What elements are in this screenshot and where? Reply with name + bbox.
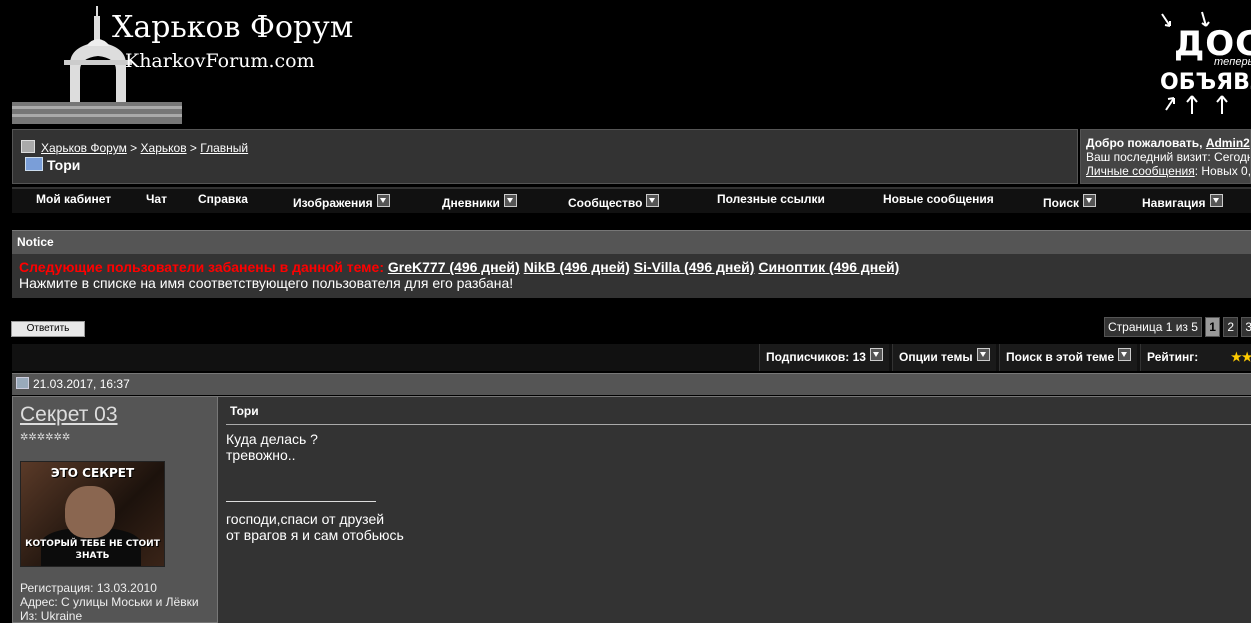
- welcome-greeting: Добро пожаловать,: [1086, 136, 1203, 150]
- nav-images-label: Изображения: [293, 196, 373, 210]
- avatar[interactable]: ЭТО СЕКРЕТ КОТОРЫЙ ТЕБЕ НЕ СТОИТ ЗНАТЬ: [20, 461, 165, 567]
- notice-body: Следующие пользователи забанены в данной…: [12, 254, 1251, 298]
- user-address: Адрес: С улицы Моськи и Лёвки: [20, 595, 199, 609]
- post-header: 21.03.2017, 16:37: [12, 373, 1251, 395]
- post-status-icon: [16, 377, 29, 389]
- signature-line: от врагов я и сам отобьюсь: [226, 527, 404, 543]
- banned-label: Следующие пользователи забанены в данной…: [19, 259, 384, 275]
- breadcrumb-separator: >: [189, 141, 197, 155]
- page-link[interactable]: 3: [1241, 317, 1251, 337]
- user-from: Из: Ukraine: [20, 609, 83, 623]
- post-author-link[interactable]: Секрет 03: [20, 403, 118, 427]
- reply-button[interactable]: Ответить: [11, 321, 85, 337]
- site-title: Харьков Форум: [112, 10, 354, 45]
- nav-useful-links[interactable]: Полезные ссылки: [717, 192, 825, 206]
- dropdown-arrow-icon[interactable]: [1118, 348, 1132, 361]
- nav-images[interactable]: Изображения: [293, 194, 390, 210]
- post-divider: [226, 424, 1251, 425]
- breadcrumb-separator: >: [130, 141, 138, 155]
- banned-user-link[interactable]: Si-Villa (496 дней): [634, 259, 755, 275]
- post-title: Тори: [230, 404, 259, 418]
- banner-line3: ОБЪЯВЛ: [1160, 70, 1251, 95]
- breadcrumb-bar: Харьков Форум > Харьков > Главный Тори: [12, 129, 1078, 184]
- user-info: Регистрация: 13.03.2010 Адрес: С улицы М…: [20, 581, 199, 623]
- private-messages-link[interactable]: Личные сообщения: [1086, 164, 1195, 178]
- breadcrumb-link-home[interactable]: Харьков Форум: [41, 141, 127, 155]
- welcome-username-link[interactable]: Admin2: [1206, 136, 1250, 150]
- pagination: Страница 1 из 5 1 2 3: [1104, 317, 1251, 337]
- subscribers-menu[interactable]: Подписчиков: 13: [759, 344, 889, 371]
- pm-info: : Новых 0,: [1194, 164, 1251, 178]
- nav-search[interactable]: Поиск: [1043, 194, 1097, 210]
- thread-icon[interactable]: [25, 157, 43, 171]
- nav-blogs[interactable]: Дневники: [442, 194, 517, 210]
- user-rank-stars-icon: ✲✲✲✲✲✲: [20, 432, 71, 443]
- page-link[interactable]: 2: [1223, 317, 1239, 337]
- message-line: Куда делась ?: [226, 431, 318, 447]
- avatar-caption-top: ЭТО СЕКРЕТ: [50, 466, 135, 480]
- search-thread-label: Поиск в этой теме: [1006, 350, 1115, 364]
- post-message: Куда делась ? тревожно..: [226, 431, 318, 463]
- rating-label: Рейтинг:: [1147, 350, 1199, 364]
- avatar-caption-bottom: КОТОРЫЙ ТЕБЕ НЕ СТОИТ ЗНАТЬ: [25, 539, 160, 561]
- dropdown-arrow-icon[interactable]: [869, 348, 883, 361]
- notice-header: Notice: [12, 230, 1251, 254]
- banner-line2: теперь: [1214, 56, 1251, 68]
- dropdown-arrow-icon[interactable]: [646, 194, 660, 207]
- nav-community[interactable]: Сообщество: [568, 194, 660, 210]
- nav-new-posts[interactable]: Новые сообщения: [883, 192, 994, 206]
- nav-help[interactable]: Справка: [198, 192, 248, 206]
- banned-user-link[interactable]: Синоптик (496 дней): [758, 259, 899, 275]
- dropdown-arrow-icon[interactable]: [976, 348, 990, 361]
- nav-my-cabinet[interactable]: Мой кабинет: [36, 192, 111, 206]
- user-registration: Регистрация: 13.03.2010: [20, 581, 157, 595]
- rating-stars-icon: ★★: [1231, 350, 1251, 364]
- welcome-panel: Добро пожаловать, Admin2 Ваш последний в…: [1080, 129, 1251, 184]
- banned-user-link[interactable]: GreK777 (496 дней): [388, 259, 520, 275]
- ad-banner[interactable]: ДОС теперь ОБЪЯВЛ: [1156, 10, 1251, 118]
- site-domain: KharkovForum.com: [125, 50, 315, 72]
- nav-blogs-label: Дневники: [442, 196, 500, 210]
- thread-tools-bar: Подписчиков: 13 Опции темы Поиск в этой …: [12, 344, 1251, 371]
- thread-options-menu[interactable]: Опции темы: [892, 344, 996, 371]
- search-thread-menu[interactable]: Поиск в этой теме: [999, 344, 1138, 371]
- last-visit: Ваш последний визит: Сегодня: [1086, 150, 1251, 164]
- dropdown-arrow-icon[interactable]: [503, 194, 517, 207]
- breadcrumb-link-main[interactable]: Главный: [200, 141, 248, 155]
- nav-search-label: Поиск: [1043, 196, 1080, 210]
- avatar-face-shape: [65, 486, 115, 538]
- breadcrumb-link-kharkov[interactable]: Харьков: [141, 141, 187, 155]
- user-panel: Секрет 03 ✲✲✲✲✲✲ ЭТО СЕКРЕТ КОТОРЫЙ ТЕБЕ…: [12, 396, 218, 623]
- unban-instruction: Нажмите в списке на имя соответствующего…: [19, 275, 514, 291]
- thread-title: Тори: [25, 157, 80, 173]
- post-date: 21.03.2017, 16:37: [33, 377, 130, 391]
- nav-navigation-label: Навигация: [1142, 196, 1206, 210]
- forum-home-icon[interactable]: [21, 140, 35, 153]
- main-nav: Мой кабинет Чат Справка Изображения Днев…: [12, 187, 1251, 213]
- page-count-label: Страница 1 из 5: [1104, 317, 1202, 337]
- post-body: Тори Куда делась ? тревожно.. господи,сп…: [218, 396, 1251, 623]
- dropdown-arrow-icon[interactable]: [1083, 194, 1097, 207]
- dropdown-arrow-icon[interactable]: [1209, 194, 1223, 207]
- nav-navigation[interactable]: Навигация: [1142, 194, 1223, 210]
- signature-divider: [226, 501, 376, 502]
- message-line: тревожно..: [226, 447, 296, 463]
- banned-user-link[interactable]: NikB (496 дней): [524, 259, 630, 275]
- rating-menu[interactable]: Рейтинг: ★★: [1140, 344, 1251, 371]
- signature: господи,спаси от друзей от врагов я и са…: [226, 511, 404, 543]
- signature-line: господи,спаси от друзей: [226, 511, 385, 527]
- page-link-current[interactable]: 1: [1205, 317, 1220, 337]
- site-logo[interactable]: Харьков Форум KharkovForum.com: [12, 6, 353, 124]
- thread-options-label: Опции темы: [899, 350, 973, 364]
- nav-chat[interactable]: Чат: [146, 192, 167, 206]
- subscribers-label: Подписчиков: 13: [766, 350, 866, 364]
- dropdown-arrow-icon[interactable]: [376, 194, 390, 207]
- thread-title-text: Тори: [47, 157, 81, 173]
- breadcrumb: Харьков Форум > Харьков > Главный: [21, 140, 248, 155]
- nav-community-label: Сообщество: [568, 196, 643, 210]
